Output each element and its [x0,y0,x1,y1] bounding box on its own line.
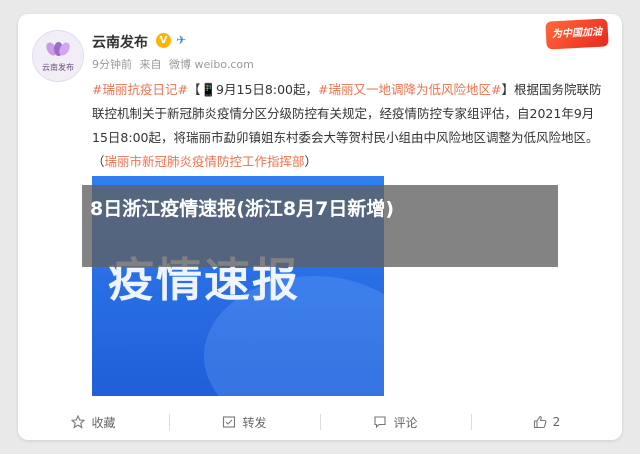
repost-icon [223,416,236,428]
campaign-badge: 为中国加油 [545,18,609,50]
repost-button[interactable]: 转发 [169,404,320,440]
post-meta: 9分钟前 来自 微博 weibo.com [92,56,258,72]
comment-icon [374,416,387,429]
action-bar: 收藏 转发 评论 2 [18,404,622,440]
weibo-vip-icon: ✈ [176,33,187,47]
flower-logo-icon [44,40,72,60]
comment-label: 评论 [393,415,418,430]
favorite-button[interactable]: 收藏 [18,404,169,440]
post-text: #瑞丽抗疫日记#【📱9月15日8:00起，#瑞丽又一地调降为低风险地区#】根据国… [92,78,608,174]
star-icon [71,415,86,429]
post-source[interactable]: 微博 weibo.com [169,58,254,71]
thumbs-up-icon [533,415,547,429]
headline-title[interactable]: 8日浙江疫情速报(浙江8月7日新增) [90,193,530,225]
avatar-label: 云南发布 [42,62,74,72]
post-time[interactable]: 9分钟前 [92,58,132,71]
avatar[interactable]: 云南发布 [32,30,84,82]
bracket-open: 【 [187,82,201,97]
favorite-label: 收藏 [91,415,116,430]
account-name[interactable]: 云南发布 [92,32,148,52]
like-count: 2 [552,415,561,429]
repost-label: 转发 [242,415,267,430]
hashtag-low-risk[interactable]: #瑞丽又一地调降为低风险地区# [318,82,501,97]
source-prefix: 来自 [139,58,162,71]
bracket-close: 】 [501,82,514,97]
post-tail: ） [304,154,318,169]
hashtag-ruili-diary[interactable]: #瑞丽抗疫日记# [92,82,188,97]
date-note: 9月15日8:00起， [216,82,318,97]
like-button[interactable]: 2 [471,404,622,440]
mention-link[interactable]: 瑞丽市新冠肺炎疫情防控工作指挥部 [105,154,305,169]
verified-badge-icon: V [156,33,171,48]
comment-button[interactable]: 评论 [320,404,471,440]
pin-icon: 📱 [200,82,217,97]
